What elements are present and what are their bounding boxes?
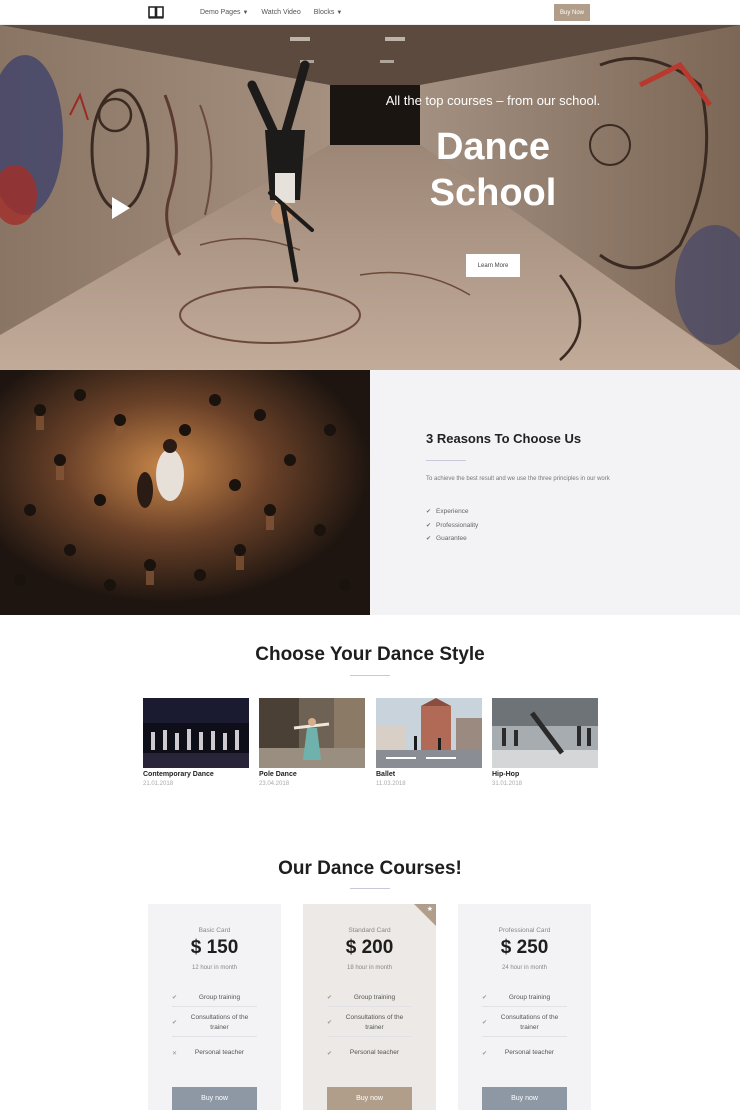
learn-more-button[interactable]: Learn More: [466, 254, 520, 277]
feature-row: ✔ Personal teacher: [327, 1039, 412, 1067]
feature-label: Personal teacher: [194, 1049, 245, 1056]
feature-row: ✕ Personal teacher: [172, 1039, 257, 1067]
style-card-contemporary[interactable]: Contemporary Dance 21.01.2018: [143, 698, 249, 787]
style-thumbnail[interactable]: [376, 698, 482, 768]
feature-row: ✔ Personal teacher: [482, 1039, 567, 1067]
style-card-hip-hop[interactable]: Hip-Hop 31.01.2018: [492, 698, 598, 787]
card-period: 12 hour in month: [191, 965, 238, 971]
feature-label: Consultations of the trainer: [500, 1013, 559, 1031]
feature-label: Consultations of the trainer: [190, 1013, 249, 1031]
hero-section: All the top courses – from our school. D…: [0, 25, 740, 370]
caret-down-icon: ▼: [242, 9, 249, 16]
reason-label: Experience: [436, 508, 469, 516]
list-item: ✔ Guarantee: [426, 532, 478, 546]
nav-links: Demo Pages ▼ Watch Video Blocks ▼: [200, 0, 342, 25]
check-icon: ✔: [482, 1050, 488, 1057]
hero-subtitle: All the top courses – from our school.: [385, 93, 601, 108]
card-label: Professional Card: [498, 927, 551, 934]
style-name[interactable]: Ballet: [376, 771, 482, 778]
feature-row: ✔ Group training: [327, 989, 412, 1007]
style-thumbnail[interactable]: [259, 698, 365, 768]
style-name[interactable]: Pole Dance: [259, 771, 365, 778]
styles-title: Choose Your Dance Style: [255, 644, 485, 665]
feature-label: Group training: [353, 993, 396, 1001]
open-book-icon[interactable]: [148, 5, 164, 19]
card-price: $ 150: [190, 937, 239, 958]
card-price: $ 250: [500, 937, 549, 958]
nav-link-blocks[interactable]: Blocks ▼: [314, 9, 343, 16]
style-date: 31.01.2018: [492, 781, 523, 787]
reason-label: Professionality: [436, 521, 479, 529]
check-icon: ✔: [172, 1020, 178, 1026]
check-icon: ✔: [426, 536, 432, 543]
feature-label: Consultations of the trainer: [345, 1013, 404, 1031]
reasons-panel: 3 Reasons To Choose Us To achieve the be…: [370, 370, 740, 615]
style-thumbnail[interactable]: [492, 698, 598, 768]
style-card-ballet[interactable]: Ballet 11.03.2018: [376, 698, 482, 787]
feature-row: ✔ Consultations of the trainer: [172, 1009, 257, 1037]
style-date: 21.01.2018: [143, 781, 174, 787]
feature-label: Personal teacher: [349, 1049, 400, 1056]
list-item: ✔ Professionality: [426, 519, 478, 533]
check-icon: ✔: [327, 995, 333, 1001]
nav-link-label: Watch Video: [261, 9, 301, 16]
check-icon: ✔: [482, 1020, 488, 1026]
feature-row: ✔ Consultations of the trainer: [327, 1009, 412, 1037]
check-icon: ✔: [327, 1020, 333, 1026]
hero-title: Dance School: [340, 124, 646, 216]
feature-row: ✔ Consultations of the trainer: [482, 1009, 567, 1037]
nav-link-demo-pages[interactable]: Demo Pages ▼: [200, 9, 248, 16]
card-period: 18 hour in month: [346, 965, 393, 971]
list-item: ✔ Experience: [426, 505, 478, 519]
check-icon: ✔: [172, 995, 178, 1001]
feature-row: ✔ Group training: [482, 989, 567, 1007]
style-date: 11.03.2018: [376, 781, 406, 787]
pricing-card-basic: Basic Card $ 150 12 hour in month ✔ Group…: [148, 904, 281, 1110]
nav-link-label: Demo Pages: [200, 9, 241, 16]
buy-now-button[interactable]: Buy now: [327, 1087, 412, 1110]
divider: [350, 675, 390, 676]
style-name[interactable]: Hip-Hop: [492, 771, 598, 778]
check-icon: ✔: [426, 522, 432, 529]
divider: [426, 460, 466, 461]
pricing-card-standard: ★ Standard Card $ 200 18 hour in month ✔…: [303, 904, 436, 1110]
reasons-title: 3 Reasons To Choose Us: [426, 431, 582, 446]
reasons-description: To achieve the best result and we use th…: [426, 476, 610, 482]
style-card-pole-dance[interactable]: Pole Dance 23.04.2018: [259, 698, 365, 787]
hero-title-line: School: [429, 172, 557, 214]
style-name[interactable]: Contemporary Dance: [143, 771, 249, 778]
check-icon: ✔: [327, 1050, 333, 1057]
card-label: Standard Card: [348, 927, 391, 934]
buy-now-button[interactable]: Buy now: [482, 1087, 567, 1110]
feature-label: Group training: [508, 993, 551, 1001]
style-date: 23.04.2018: [259, 781, 290, 787]
check-icon: ✔: [482, 995, 488, 1001]
dance-crowd-image: [0, 370, 370, 615]
cross-icon: ✕: [172, 1050, 178, 1057]
pricing-card-professional: Professional Card $ 250 24 hour in month…: [458, 904, 591, 1110]
courses-title: Our Dance Courses!: [278, 858, 462, 879]
card-label: Basic Card: [198, 927, 231, 934]
nav-link-watch-video[interactable]: Watch Video: [261, 9, 300, 16]
buy-now-button[interactable]: Buy Now: [554, 4, 590, 21]
reasons-list: ✔ Experience ✔ Professionality ✔ Guarantee: [426, 505, 478, 546]
caret-down-icon: ▼: [336, 9, 343, 16]
feature-row: ✔ Group training: [172, 989, 257, 1007]
play-icon[interactable]: [112, 197, 130, 219]
reason-label: Guarantee: [436, 535, 467, 543]
card-price: $ 200: [345, 937, 394, 958]
divider: [350, 888, 390, 889]
top-navbar: Demo Pages ▼ Watch Video Blocks ▼ Buy Now: [0, 0, 740, 25]
star-icon: ★: [426, 906, 433, 913]
hero-title-line: Dance: [435, 126, 551, 168]
buy-now-button[interactable]: Buy now: [172, 1087, 257, 1110]
style-thumbnail[interactable]: [143, 698, 249, 768]
feature-label: Group training: [198, 993, 241, 1001]
card-period: 24 hour in month: [501, 965, 548, 971]
feature-label: Personal teacher: [504, 1049, 555, 1056]
nav-link-label: Blocks: [313, 9, 335, 16]
check-icon: ✔: [426, 509, 432, 516]
